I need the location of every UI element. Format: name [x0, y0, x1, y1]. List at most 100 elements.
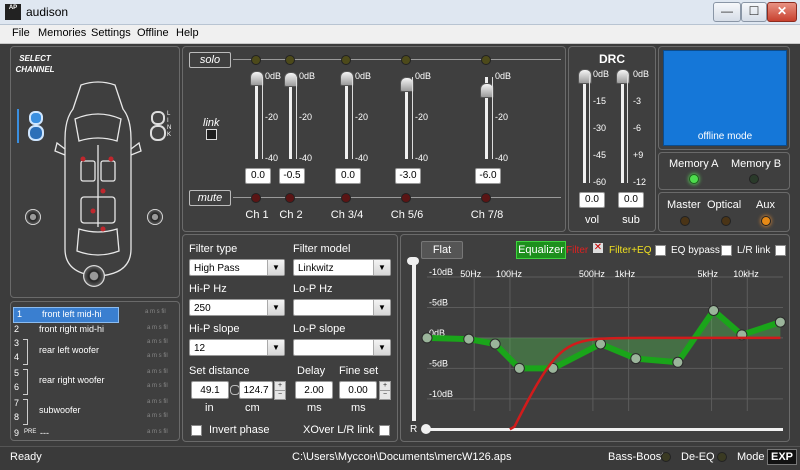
fader-track-1[interactable]	[255, 77, 258, 159]
lop-slope-select[interactable]: ▼	[293, 339, 391, 356]
hip-slope-label: Hi-P slope	[189, 323, 240, 335]
de-eq-label: De-EQ	[681, 451, 715, 463]
fader-scale-label: -20	[265, 112, 279, 122]
menu-memories[interactable]: Memories	[38, 27, 86, 39]
channel-row-6[interactable]: 6 a m s fil	[11, 381, 177, 395]
channel-number: 9	[14, 428, 20, 438]
eq-x-label: 1kHz	[615, 269, 636, 279]
optical-label[interactable]: Optical	[707, 199, 741, 211]
fader-scale-label: 0dB	[495, 71, 512, 81]
fine-set-field[interactable]: 0.00	[339, 381, 377, 399]
channel-row-2[interactable]: 2 front right mid-hi a m s fil	[11, 323, 177, 337]
eq-band-handle[interactable]	[463, 333, 475, 345]
filter-type-value: High Pass	[194, 263, 240, 274]
solo-led-1[interactable]	[251, 55, 261, 65]
eq-x-label: 5kHz	[698, 269, 719, 279]
fader-track-3[interactable]	[345, 77, 348, 159]
mute-led-3[interactable]	[341, 193, 351, 203]
close-button[interactable]: ✕	[767, 2, 797, 22]
fine-down-button[interactable]: −	[379, 390, 391, 400]
master-label[interactable]: Master	[667, 199, 701, 211]
eq-graph[interactable]: 50Hz 100Hz 500Hz 1kHz 5kHz 10kHz-10dB-5dB0dB-…	[401, 235, 789, 441]
tweeter-left-icon[interactable]	[29, 111, 43, 125]
solo-led-5[interactable]	[481, 55, 491, 65]
rear-right-woofer-icon[interactable]	[147, 209, 163, 225]
memory-a-label[interactable]: Memory A	[669, 158, 719, 170]
channel-row-1[interactable]: 1 front left mid-hi	[13, 307, 119, 323]
distance-down-button[interactable]: −	[274, 390, 286, 400]
channel-list: 1 front left mid-hi a m s fil 2 front right …	[10, 301, 180, 441]
minimize-button[interactable]: —	[713, 2, 741, 22]
memory-b-label[interactable]: Memory B	[731, 158, 781, 170]
eq-y-label: -5dB	[429, 358, 448, 368]
midrange-right-icon[interactable]	[150, 125, 166, 141]
channel-name-5: Ch 7/8	[470, 209, 504, 221]
eq-band-handle[interactable]	[513, 362, 525, 374]
subwoofer-icon[interactable]	[83, 265, 105, 287]
delay-field[interactable]: 2.00	[295, 381, 333, 399]
eq-panel: Flat Equalizer Filter ✕ Filter+EQ EQ byp…	[400, 234, 790, 442]
eq-band-handle[interactable]	[489, 338, 501, 350]
menu-settings[interactable]: Settings	[91, 27, 131, 39]
hip-slope-select[interactable]: 12 ▼	[189, 339, 285, 356]
menu-help[interactable]: Help	[176, 27, 199, 39]
channel-flags: a m s fil	[147, 413, 168, 419]
distance-in-field[interactable]: 49.1	[191, 381, 229, 399]
memory-b-led	[749, 174, 759, 184]
rear-left-woofer-icon[interactable]	[25, 209, 41, 225]
chevron-down-icon: ▼	[267, 340, 284, 355]
de-eq-led	[717, 452, 727, 462]
invert-phase-checkbox[interactable]	[191, 425, 202, 436]
eq-band-handle[interactable]	[708, 305, 720, 316]
channel-row-4[interactable]: 4 a m s fil	[11, 351, 177, 365]
mute-led-5[interactable]	[481, 193, 491, 203]
mute-led-4[interactable]	[401, 193, 411, 203]
eq-band-handle[interactable]	[595, 338, 607, 350]
channel-name-3: Ch 3/4	[330, 209, 364, 221]
set-distance-label: Set distance	[189, 365, 250, 377]
channel-row-5[interactable]: 5 rear right woofer a m s fil	[11, 367, 177, 385]
filter-model-select[interactable]: Linkwitz ▼	[293, 259, 391, 276]
channel-row-7[interactable]: 7 subwoofer a m s fil	[11, 397, 177, 415]
channel-flags: a m s fil	[147, 399, 168, 405]
filter-panel: Filter type Filter model High Pass ▼ Link…	[182, 234, 398, 442]
filter-type-select[interactable]: High Pass ▼	[189, 259, 285, 276]
offline-mode-text: offline mode	[697, 131, 753, 142]
mute-led-2[interactable]	[285, 193, 295, 203]
channel-name-4: Ch 5/6	[390, 209, 424, 221]
midrange-left-icon[interactable]	[28, 125, 44, 141]
xover-link-checkbox[interactable]	[379, 425, 390, 436]
distance-cm-field[interactable]: 124.7	[239, 381, 273, 399]
menu-file[interactable]: File	[12, 27, 30, 39]
fader-track-2[interactable]	[289, 77, 292, 159]
drc-scale-label: 0dB	[593, 69, 610, 79]
channel-row-8[interactable]: 8 a m s fil	[11, 411, 177, 425]
car-diagram	[54, 81, 142, 277]
eq-band-handle[interactable]	[421, 332, 433, 344]
channel-number: 5	[14, 368, 20, 378]
channel-flags: a m s fil	[147, 383, 168, 389]
solo-led-2[interactable]	[285, 55, 295, 65]
vol-slider-track[interactable]	[583, 75, 586, 183]
tweeter-right-icon[interactable]	[151, 111, 165, 125]
solo-led-4[interactable]	[401, 55, 411, 65]
channel-row-3[interactable]: 3 rear left woofer a m s fil	[11, 337, 177, 355]
eq-band-handle[interactable]	[630, 353, 642, 365]
sub-slider-track[interactable]	[621, 75, 624, 183]
fader-scale-label: -40	[265, 153, 279, 163]
eq-x-label: 50Hz	[460, 269, 482, 279]
hip-hz-select[interactable]: 250 ▼	[189, 299, 285, 316]
mute-led-1[interactable]	[251, 193, 261, 203]
lop-hz-select[interactable]: ▼	[293, 299, 391, 316]
solo-led-3[interactable]	[341, 55, 351, 65]
aux-label[interactable]: Aux	[756, 199, 775, 211]
maximize-button[interactable]: ☐	[741, 2, 767, 22]
bass-boost-led	[661, 452, 671, 462]
eq-band-handle[interactable]	[774, 316, 786, 328]
hip-slope-value: 12	[194, 343, 206, 354]
menu-offline[interactable]: Offline	[137, 27, 169, 39]
channel-row-9[interactable]: 9 PRE --- a m s fil	[11, 427, 177, 441]
xover-link-label: XOver L/R link	[303, 424, 374, 436]
hip-hz-label: Hi-P Hz	[189, 283, 227, 295]
eq-band-handle[interactable]	[672, 356, 684, 368]
